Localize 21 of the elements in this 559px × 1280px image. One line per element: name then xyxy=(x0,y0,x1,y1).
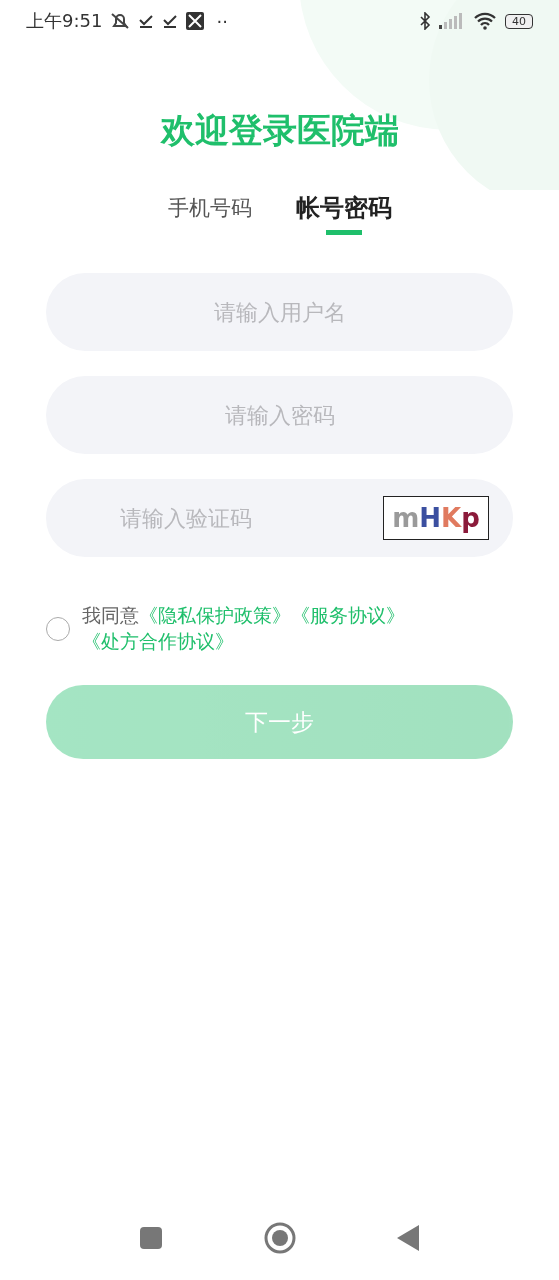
bluetooth-icon xyxy=(419,12,431,30)
captcha-image[interactable]: mHKp xyxy=(383,496,489,540)
home-icon[interactable] xyxy=(263,1222,296,1254)
bell-off-icon xyxy=(110,12,131,30)
app-icon xyxy=(186,12,205,30)
back-icon[interactable] xyxy=(397,1225,419,1251)
agreement-link[interactable]: 《服务协议》 xyxy=(291,605,405,626)
check-icon xyxy=(138,13,155,29)
status-time: 上午9:51 xyxy=(26,9,103,33)
input-field[interactable]: 请输入用户名 xyxy=(46,273,513,351)
agreement-link[interactable]: 《处方合作协议》 xyxy=(82,631,234,652)
agreement-text: 我同意《隐私保护政策》《服务协议》 《处方合作协议》 xyxy=(82,604,406,654)
more-indicator: ·· xyxy=(216,10,228,32)
check-icon xyxy=(162,13,179,29)
login-tab[interactable]: 手机号码 xyxy=(165,192,254,240)
input-field[interactable]: 请输入密码 xyxy=(46,376,513,454)
page-title: 欢迎登录医院端 xyxy=(159,109,400,152)
wifi-icon xyxy=(473,12,497,30)
recents-icon[interactable] xyxy=(140,1227,162,1249)
agreement-link[interactable]: 《隐私保护政策》 xyxy=(139,605,291,626)
signal-icon xyxy=(439,13,465,29)
